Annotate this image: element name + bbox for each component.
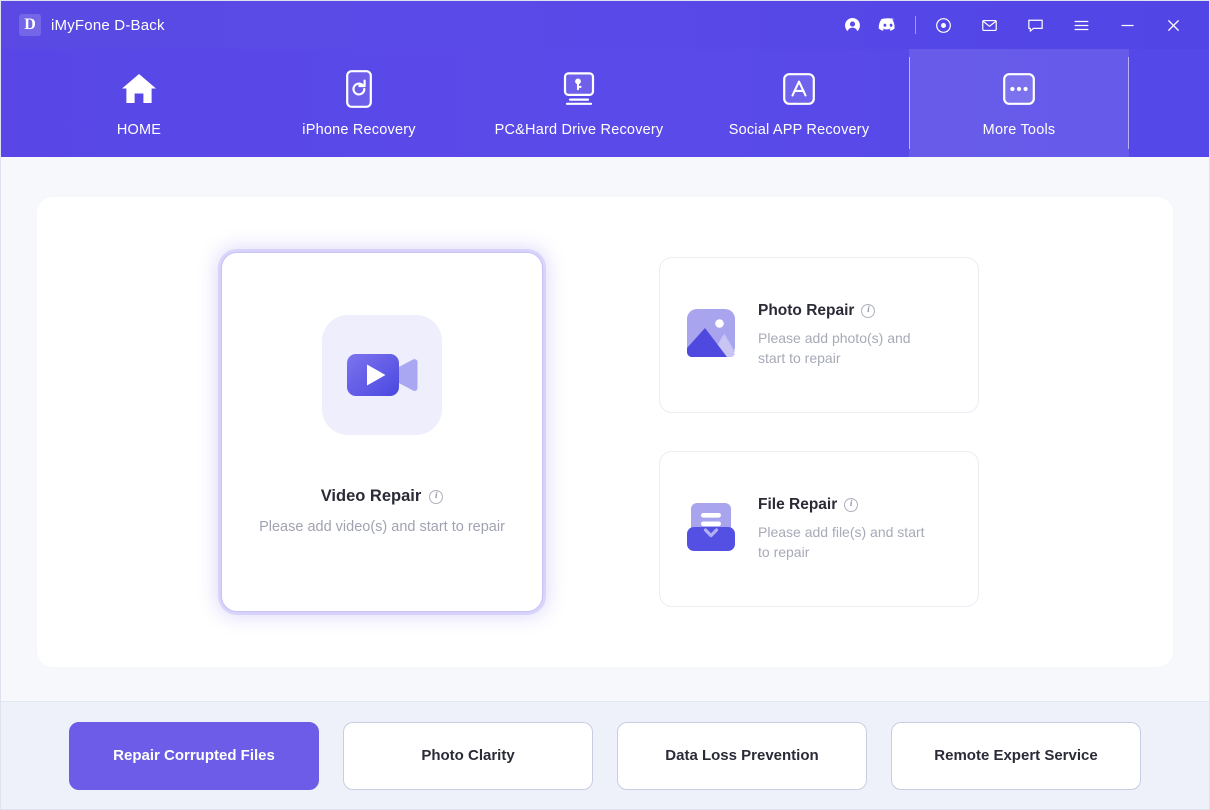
nav-right-pad — [1129, 49, 1209, 157]
close-icon[interactable] — [1155, 8, 1191, 42]
card-file-repair[interactable]: File Repair i Please add file(s) and sta… — [659, 451, 979, 607]
card-description: Please add file(s) and start to repair — [758, 523, 925, 560]
ellipsis-icon — [1002, 69, 1036, 109]
card-photo-repair[interactable]: Photo Repair i Please add photo(s) and s… — [659, 257, 979, 413]
nav-label: Social APP Recovery — [728, 121, 870, 138]
card-title: Photo Repair — [758, 301, 855, 319]
card-title: File Repair — [758, 495, 838, 513]
target-icon[interactable] — [925, 8, 961, 42]
bottom-action-bar: Repair Corrupted Files Photo Clarity Dat… — [1, 701, 1209, 809]
titlebar-actions — [834, 8, 1191, 42]
nav-label: iPhone Recovery — [302, 121, 416, 138]
info-icon[interactable]: i — [861, 303, 876, 318]
tools-panel: Video Repair i Please add video(s) and s… — [37, 197, 1173, 667]
button-data-loss-prevention[interactable]: Data Loss Prevention — [617, 721, 867, 790]
app-title: iMyFone D-Back — [51, 16, 165, 34]
titlebar-separator — [915, 16, 916, 34]
card-text: Photo Repair i Please add photo(s) and s… — [758, 302, 933, 369]
minimize-icon[interactable] — [1109, 8, 1145, 42]
nav-label: PC&Hard Drive Recovery — [494, 121, 664, 138]
app-logo-icon: D — [19, 14, 41, 36]
phone-refresh-icon — [345, 69, 373, 109]
mail-icon[interactable] — [971, 8, 1007, 42]
info-icon[interactable]: i — [844, 497, 859, 512]
nav-label: More Tools — [982, 121, 1056, 138]
nav-item-pc-hard-drive-recovery[interactable]: PC&Hard Drive Recovery — [469, 49, 689, 157]
app-store-icon — [782, 69, 816, 109]
discord-icon[interactable] — [870, 8, 906, 42]
button-photo-clarity[interactable]: Photo Clarity — [343, 721, 593, 790]
video-camera-icon — [322, 315, 442, 435]
button-repair-corrupted-files[interactable]: Repair Corrupted Files — [69, 721, 319, 790]
menu-icon[interactable] — [1063, 8, 1099, 42]
chat-icon[interactable] — [1017, 8, 1053, 42]
account-icon[interactable] — [834, 8, 870, 42]
nav-item-iphone-recovery[interactable]: iPhone Recovery — [249, 49, 469, 157]
card-video-repair[interactable]: Video Repair i Please add video(s) and s… — [221, 252, 543, 612]
nav-left-pad — [1, 49, 29, 157]
nav-label: HOME — [116, 121, 162, 138]
home-icon — [120, 69, 158, 109]
nav-item-more-tools[interactable]: More Tools — [909, 49, 1129, 157]
card-title-row: File Repair i — [758, 496, 933, 514]
card-text: File Repair i Please add file(s) and sta… — [758, 496, 933, 563]
main-navigation: HOME iPhone Recovery PC&Hard Drive Recov… — [1, 49, 1209, 157]
application-window: D iMyFone D-Back HOME iPhone Recovery PC… — [0, 0, 1210, 810]
card-description: Please add photo(s) and start to repair — [758, 329, 911, 366]
card-title: Video Repair — [320, 487, 422, 505]
photo-image-icon — [686, 308, 736, 363]
content-area: Video Repair i Please add video(s) and s… — [1, 157, 1209, 701]
nav-item-home[interactable]: HOME — [29, 49, 249, 157]
info-icon[interactable]: i — [429, 489, 444, 504]
button-remote-expert-service[interactable]: Remote Expert Service — [891, 721, 1141, 790]
nav-item-social-app-recovery[interactable]: Social APP Recovery — [689, 49, 909, 157]
brand: D iMyFone D-Back — [19, 14, 165, 36]
card-title-row: Video Repair i — [321, 487, 444, 506]
secondary-cards-column: Photo Repair i Please add photo(s) and s… — [659, 257, 979, 607]
title-bar: D iMyFone D-Back — [1, 1, 1209, 49]
card-description: Please add video(s) and start to repair — [259, 519, 505, 535]
card-title-row: Photo Repair i — [758, 302, 933, 320]
monitor-key-icon — [559, 69, 599, 109]
file-document-icon — [686, 502, 736, 557]
